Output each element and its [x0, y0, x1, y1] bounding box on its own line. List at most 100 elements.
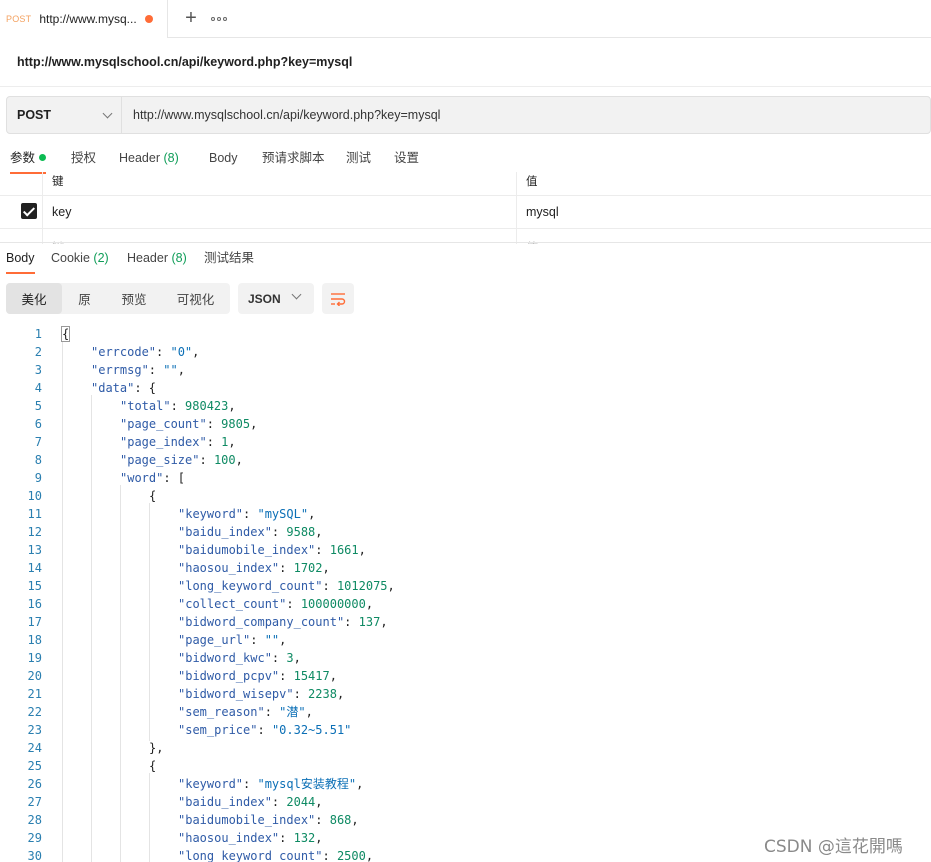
code-content: "keyword": "mySQL", [178, 505, 315, 523]
tab-bar: POST http://www.mysq... + [0, 0, 931, 39]
json-string: "mysql安装教程" [257, 777, 357, 791]
json-number: 100000000 [300, 597, 366, 611]
code-content: "baidumobile_index": 868, [178, 811, 359, 829]
view-raw-button[interactable]: 原 [62, 283, 107, 314]
json-punctuation: , [305, 705, 313, 719]
new-tab-plus-icon[interactable]: + [171, 0, 211, 38]
code-content: "long_keyword_count": 1012075, [178, 577, 395, 595]
json-number: 1012075 [336, 579, 388, 593]
more-tabs-icon[interactable] [211, 0, 227, 38]
tab-params[interactable]: 参数 [10, 150, 47, 174]
code-line: 6 "page_count": 9805, [0, 415, 931, 433]
line-number: 6 [34, 417, 42, 431]
line-number: 20 [27, 669, 42, 683]
json-key: "page_size" [120, 453, 200, 467]
unsaved-dot-icon [145, 14, 153, 23]
wrap-lines-button[interactable] [322, 283, 354, 314]
column-divider [516, 172, 517, 244]
json-key: "haosou_index" [178, 561, 280, 575]
json-key: "errmsg" [91, 363, 149, 377]
method-label: POST [17, 108, 52, 122]
code-content: }, [149, 739, 163, 757]
response-body-editor[interactable]: 1{2 "errcode": "0", 3 "errmsg": "", 4 "data":… [0, 325, 931, 862]
json-punctuation: : [243, 777, 258, 791]
param-key[interactable]: key [52, 205, 71, 219]
json-key: "keyword" [178, 507, 244, 521]
line-number: 27 [27, 795, 42, 809]
line-number: 21 [27, 687, 42, 701]
tab-cookies[interactable]: Cookie (2) [51, 250, 109, 274]
pane-divider[interactable] [0, 242, 931, 243]
code-line: 7 "page_index": 1, [0, 433, 931, 451]
code-content: "word": [ [120, 469, 185, 487]
tab-body[interactable]: Body [209, 150, 238, 174]
json-punctuation: , [308, 507, 316, 521]
code-line: 2 "errcode": "0", [0, 343, 931, 361]
json-punctuation: : [199, 453, 214, 467]
tab-response-headers[interactable]: Header (8) [127, 250, 187, 274]
tab-cookies-count: (2) [93, 251, 109, 265]
json-punctuation: { [149, 759, 157, 773]
method-select[interactable]: POST [7, 97, 122, 133]
json-key: "sem_price" [178, 723, 258, 737]
format-select[interactable]: JSON [238, 283, 314, 314]
tab-test-results-label: 测试结果 [204, 251, 255, 265]
line-number: 8 [34, 453, 42, 467]
table-row: key mysql [0, 196, 931, 229]
tab-settings[interactable]: 设置 [394, 150, 419, 174]
url-input[interactable]: http://www.mysqlschool.cn/api/keyword.ph… [122, 108, 440, 122]
tab-response-headers-label: Header [127, 251, 168, 265]
json-key: "collect_count" [178, 597, 287, 611]
json-key: "baidumobile_index" [178, 813, 316, 827]
json-punctuation: , [356, 777, 364, 791]
tab-test-results[interactable]: 测试结果 [204, 250, 254, 274]
code-line: 14 "haosou_index": 1702, [0, 559, 931, 577]
tab-headers-label: Header [119, 151, 160, 165]
code-line: 12 "baidu_index": 9588, [0, 523, 931, 541]
json-punctuation: : [315, 813, 330, 827]
json-punctuation: , [322, 561, 330, 575]
line-number: 26 [27, 777, 42, 791]
view-visualize-button[interactable]: 可视化 [161, 283, 230, 314]
json-punctuation: , [387, 579, 395, 593]
line-number: 1 [34, 327, 42, 341]
param-enabled-checkbox[interactable] [21, 203, 37, 219]
json-key: "total" [120, 399, 171, 413]
json-key: "long_keyword_count" [178, 579, 323, 593]
param-value[interactable]: mysql [526, 205, 559, 219]
code-content: "total": 980423, [120, 397, 236, 415]
json-string: "" [163, 363, 178, 377]
json-punctuation: , [250, 417, 258, 431]
line-number: 5 [34, 399, 42, 413]
code-content: "bidword_kwc": 3, [178, 649, 301, 667]
request-title[interactable]: http://www.mysqlschool.cn/api/keyword.ph… [17, 55, 352, 69]
tab-headers-count: (8) [163, 151, 179, 165]
json-punctuation: : [156, 345, 171, 359]
code-content: "long_keyword_count": 2500, [178, 847, 373, 862]
line-number: 10 [27, 489, 42, 503]
json-punctuation: , [351, 813, 359, 827]
json-punctuation: , [336, 687, 345, 701]
json-punctuation: , [315, 795, 323, 809]
tab-auth-label: 授权 [71, 151, 97, 165]
json-punctuation: : [279, 561, 294, 575]
tab-tests[interactable]: 测试 [346, 150, 371, 174]
json-punctuation: : [279, 831, 294, 845]
wrap-lines-icon [331, 292, 346, 306]
tab-auth[interactable]: 授权 [71, 150, 96, 174]
json-punctuation: , [293, 651, 301, 665]
code-line: 22 "sem_reason": "潜", [0, 703, 931, 721]
tab-pre-request-script[interactable]: 预请求脚本 [262, 150, 325, 174]
view-preview-button[interactable]: 预览 [107, 283, 161, 314]
tab-response-body[interactable]: Body [6, 250, 35, 274]
tab-headers[interactable]: Header (8) [119, 150, 179, 174]
json-punctuation: : [279, 669, 294, 683]
json-string: "0.32~5.51" [271, 723, 352, 737]
view-pretty-button[interactable]: 美化 [6, 283, 62, 314]
json-key: "errcode" [91, 345, 157, 359]
json-key: "baidu_index" [178, 525, 272, 539]
chevron-down-icon [102, 108, 113, 118]
request-tab[interactable]: POST http://www.mysq... [0, 0, 168, 39]
json-punctuation: , [192, 345, 200, 359]
json-punctuation: : [170, 399, 186, 413]
